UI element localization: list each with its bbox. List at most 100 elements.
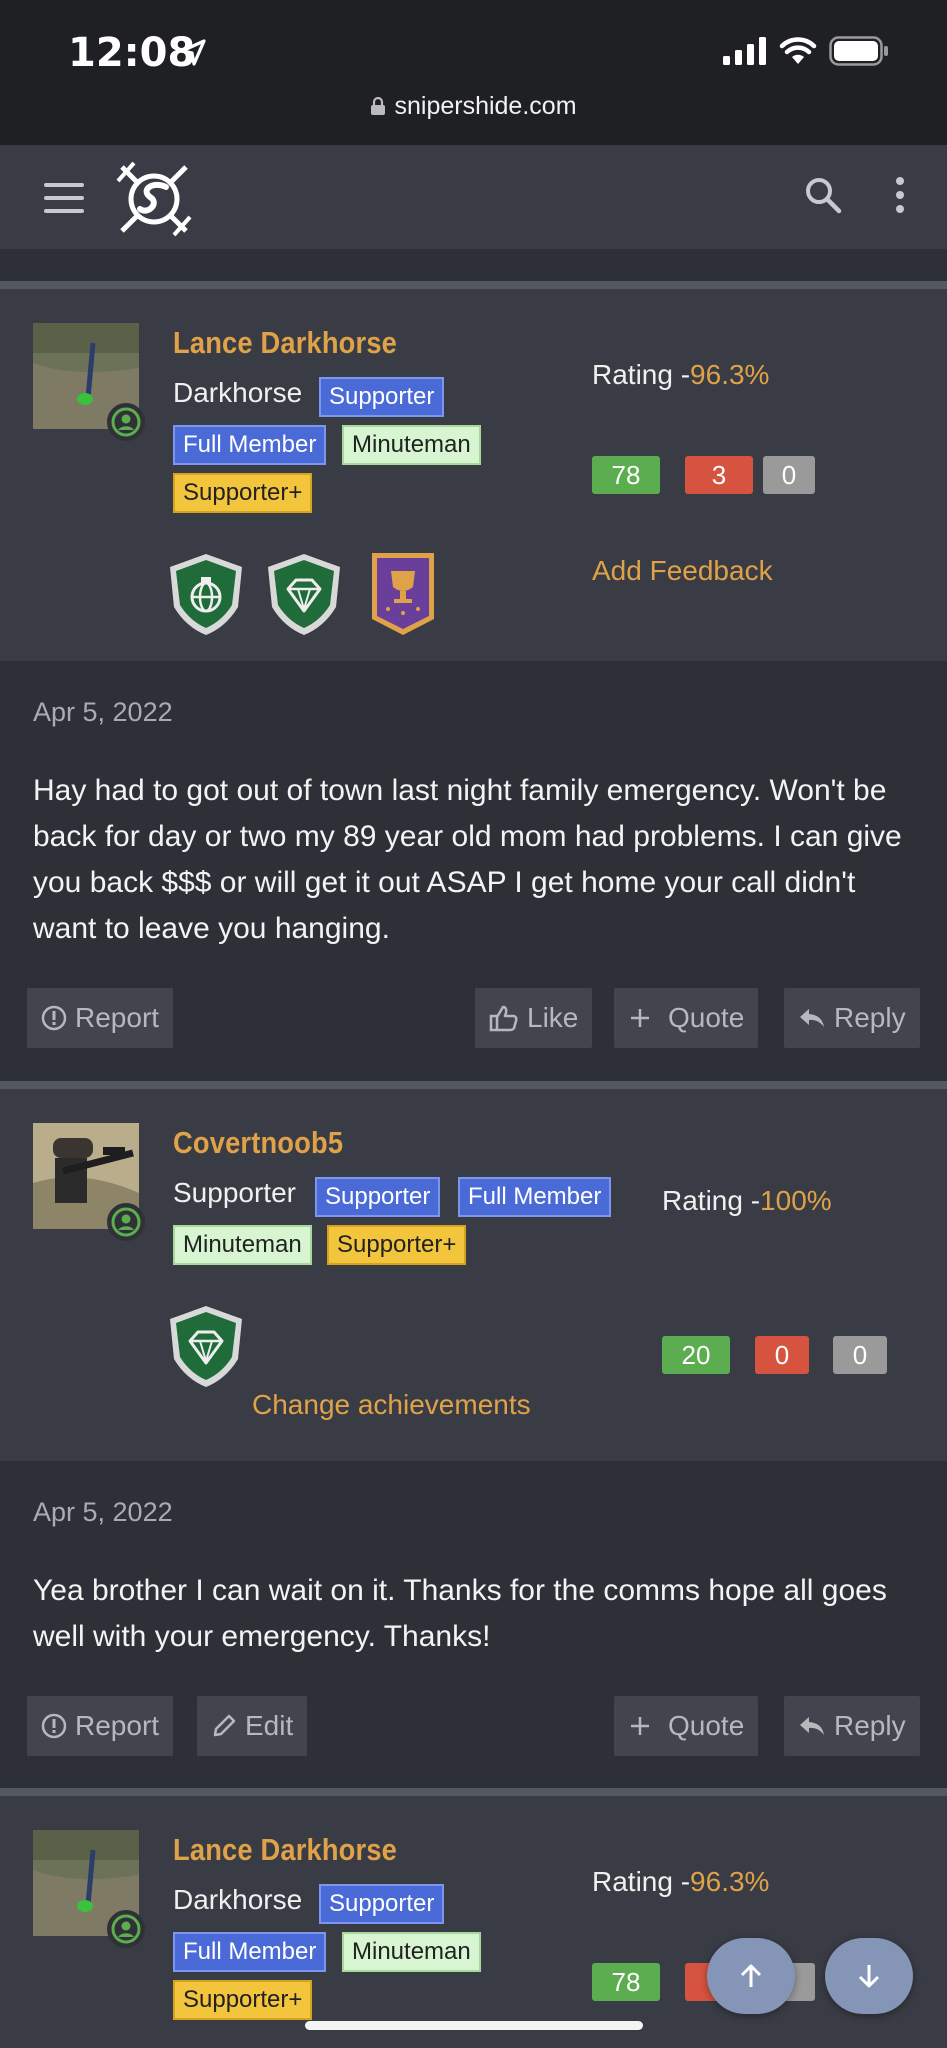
feedback-neutral[interactable]: 0 [763, 456, 815, 494]
trophy-achievement-icon[interactable] [368, 549, 438, 639]
user-title: Supporter [173, 1177, 296, 1208]
badge-supporter-plus: Supporter+ [173, 1980, 313, 2020]
feedback-neutral[interactable]: 0 [833, 1336, 887, 1374]
badge-supporter: Supporter [315, 1177, 441, 1217]
badge-supporter-plus: Supporter+ [327, 1225, 467, 1265]
signal-icon [723, 37, 766, 65]
rating-value: 96.3% [690, 1866, 770, 1897]
status-bar: 12:08 snipershide.com [0, 0, 947, 145]
reply-arrow-icon [800, 1717, 824, 1735]
badge-full-member: Full Member [173, 1932, 327, 1972]
edit-label: Edit [245, 1710, 294, 1741]
quote-button[interactable]: Quote [614, 988, 759, 1048]
feedback-negative[interactable]: 3 [685, 456, 753, 494]
badge-supporter: Supporter [319, 1884, 445, 1924]
address-bar[interactable]: snipershide.com [0, 92, 947, 121]
user-title: Darkhorse [173, 377, 303, 408]
post-date[interactable]: Apr 5, 2022 [33, 697, 173, 728]
feedback-negative[interactable]: 0 [755, 1336, 809, 1374]
avatar[interactable] [33, 1830, 145, 1948]
rating-label: Rating - [592, 1866, 691, 1897]
report-button[interactable]: Report [27, 988, 174, 1048]
home-indicator[interactable] [305, 2021, 643, 2030]
username[interactable]: Covertnoob5 [173, 1125, 343, 1161]
badge-minuteman: Minuteman [342, 1932, 481, 1972]
username[interactable]: Lance Darkhorse [173, 1832, 397, 1868]
pencil-icon [213, 1714, 236, 1737]
user-rating: Rating -96.3% [592, 1866, 769, 1898]
feedback-positive[interactable]: 78 [592, 1963, 660, 2001]
change-achievements-link[interactable]: Change achievements [252, 1389, 531, 1421]
post-divider [0, 1788, 947, 1796]
quote-label: Quote [668, 1710, 745, 1741]
rating-value: 100% [760, 1185, 832, 1216]
site-header [0, 145, 947, 249]
clock: 12:08 [68, 30, 196, 76]
arrow-down-icon [858, 1965, 880, 1988]
post-body: Apr 5, 2022 Hay had to got out of town l… [0, 661, 947, 1081]
location-arrow-icon [180, 39, 206, 66]
warning-circle-icon [41, 1005, 67, 1031]
url-text: snipershide.com [394, 92, 577, 120]
avatar[interactable] [33, 1123, 145, 1241]
reply-label: Reply [834, 1710, 906, 1741]
post-body: Apr 5, 2022 Yea brother I can wait on it… [0, 1461, 947, 1788]
report-label: Report [75, 1002, 160, 1033]
badge-full-member: Full Member [173, 425, 327, 465]
badge-supporter-plus: Supporter+ [173, 473, 313, 513]
post-message: Yea brother I can wait on it. Thanks for… [33, 1574, 887, 1653]
battery-icon [829, 36, 888, 66]
report-label: Report [75, 1710, 160, 1741]
scroll-to-bottom-button[interactable] [825, 1938, 913, 2014]
post-date[interactable]: Apr 5, 2022 [33, 1497, 173, 1528]
add-feedback-link[interactable]: Add Feedback [592, 555, 773, 587]
post-message: Hay had to got out of town last night fa… [33, 774, 902, 945]
scroll-to-top-button[interactable] [707, 1938, 795, 2014]
user-rating: Rating -100% [662, 1185, 832, 1217]
lock-icon [371, 96, 386, 115]
warning-circle-icon [41, 1713, 67, 1739]
online-status-icon [107, 403, 145, 441]
quote-button[interactable]: Quote [614, 1696, 759, 1756]
post-user-info: Covertnoob5 Supporter Supporter Full Mem… [0, 1089, 947, 1461]
status-icons [723, 36, 889, 66]
post-user-info: Lance Darkhorse Darkhorse Supporter Full… [0, 1796, 947, 2048]
quote-label: Quote [668, 1002, 745, 1033]
feedback-positive[interactable]: 78 [592, 456, 660, 494]
reply-label: Reply [834, 1002, 906, 1033]
report-button[interactable]: Report [27, 1696, 174, 1756]
post-divider [0, 1081, 947, 1089]
post-user-info: Lance Darkhorse Darkhorse Supporter Full… [0, 289, 947, 661]
wifi-icon [779, 37, 817, 64]
username[interactable]: Lance Darkhorse [173, 325, 397, 361]
hamburger-menu-icon[interactable] [44, 183, 84, 213]
edit-button[interactable]: Edit [197, 1696, 308, 1756]
diamond-achievement-icon[interactable] [166, 1303, 246, 1389]
user-rating: Rating -96.3% [592, 359, 769, 391]
globe-grenade-achievement-icon[interactable] [166, 551, 246, 637]
badge-supporter: Supporter [319, 377, 445, 417]
plus-icon [631, 1717, 649, 1735]
avatar[interactable] [33, 323, 145, 441]
like-button[interactable]: Like [475, 988, 593, 1048]
user-title: Darkhorse [173, 1884, 303, 1915]
badge-minuteman: Minuteman [173, 1225, 312, 1265]
post-divider [0, 281, 947, 289]
rating-value: 96.3% [690, 359, 770, 390]
reply-button[interactable]: Reply [784, 1696, 920, 1756]
feedback-positive[interactable]: 20 [662, 1336, 730, 1374]
arrow-up-icon [740, 1964, 762, 1987]
search-icon[interactable] [803, 175, 843, 215]
rating-label: Rating - [592, 359, 691, 390]
online-status-icon [107, 1203, 145, 1241]
thumbs-up-icon [489, 1005, 518, 1032]
diamond-achievement-icon[interactable] [264, 551, 344, 637]
reply-arrow-icon [800, 1009, 824, 1027]
online-status-icon [107, 1910, 145, 1948]
snipershide-logo[interactable] [114, 159, 194, 239]
reply-button[interactable]: Reply [784, 988, 920, 1048]
badge-full-member: Full Member [458, 1177, 612, 1217]
badge-minuteman: Minuteman [342, 425, 481, 465]
vertical-ellipsis-icon[interactable] [893, 175, 907, 215]
spacer [0, 249, 947, 281]
